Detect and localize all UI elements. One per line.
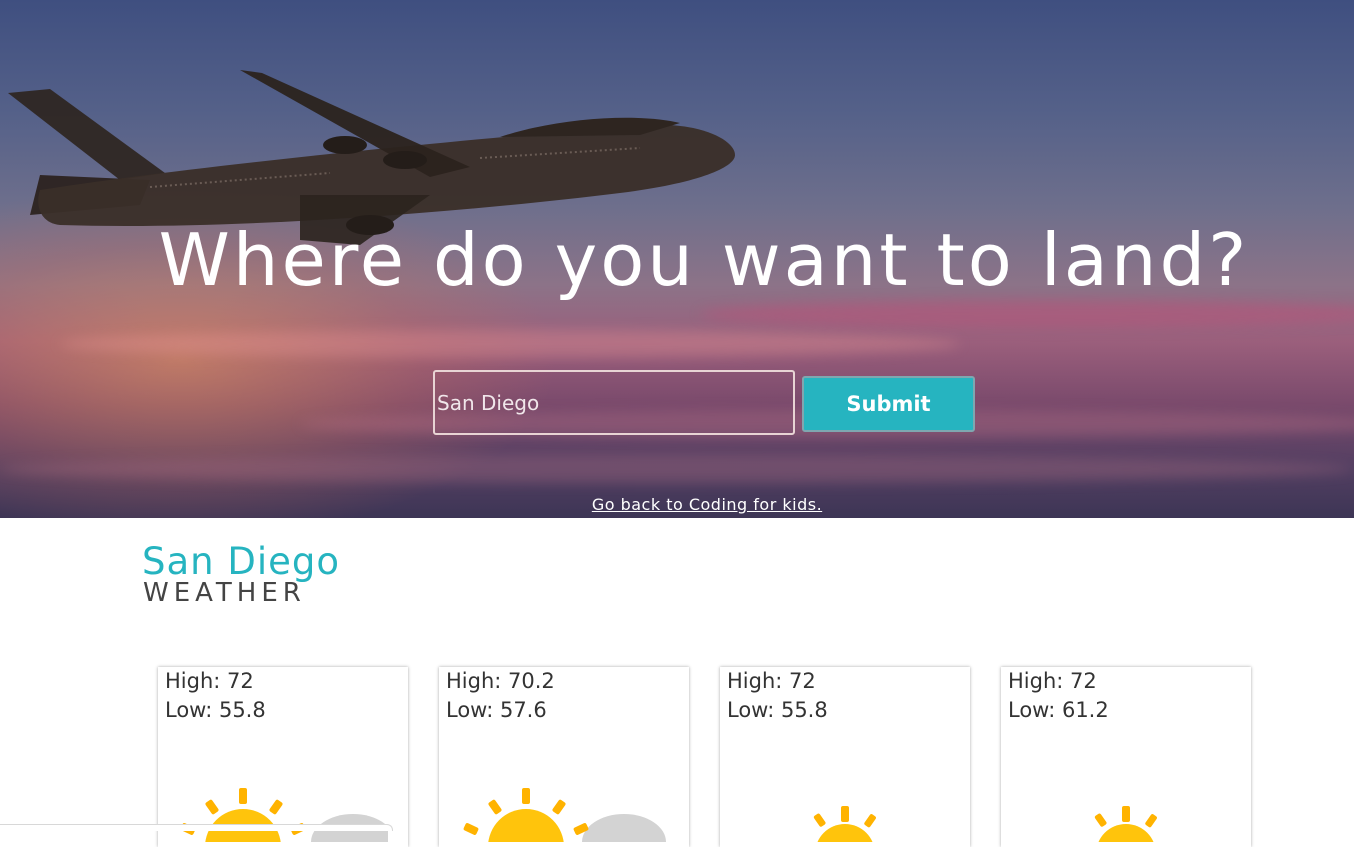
partly-cloudy-icon	[463, 788, 666, 842]
city-name: San Diego	[142, 540, 341, 583]
cloud-streak	[60, 330, 960, 358]
hero-banner: Where do you want to land? Submit Go bac…	[0, 0, 1354, 518]
forecast-high: High: 72	[165, 669, 254, 693]
hero-title: Where do you want to land?	[158, 218, 1250, 302]
forecast-high: High: 72	[727, 669, 816, 693]
forecast-high: High: 72	[1008, 669, 1097, 693]
weather-label: WEATHER	[143, 578, 306, 608]
forecast-card: High: 70.2 Low: 57.6	[439, 667, 689, 847]
forecast-high: High: 70.2	[446, 669, 555, 693]
forecast-low: Low: 61.2	[1008, 698, 1109, 722]
partly-cloudy-icon	[180, 788, 388, 842]
sun-icon	[813, 806, 876, 842]
cloud-streak	[0, 455, 1354, 483]
forecast-low: Low: 57.6	[446, 698, 547, 722]
cloud-streak	[700, 300, 1354, 328]
sun-icon	[1094, 806, 1157, 842]
back-to-coding-for-kids-link[interactable]: Go back to Coding for kids.	[0, 495, 1354, 514]
forecast-card: High: 72 Low: 55.8	[158, 667, 408, 847]
forecast-card: High: 72 Low: 61.2	[1001, 667, 1251, 847]
forecast-low: Low: 55.8	[165, 698, 266, 722]
submit-button[interactable]: Submit	[802, 376, 975, 432]
forecast-card: High: 72 Low: 55.8	[720, 667, 970, 847]
forecast-low: Low: 55.8	[727, 698, 828, 722]
city-search-input[interactable]	[433, 370, 795, 435]
